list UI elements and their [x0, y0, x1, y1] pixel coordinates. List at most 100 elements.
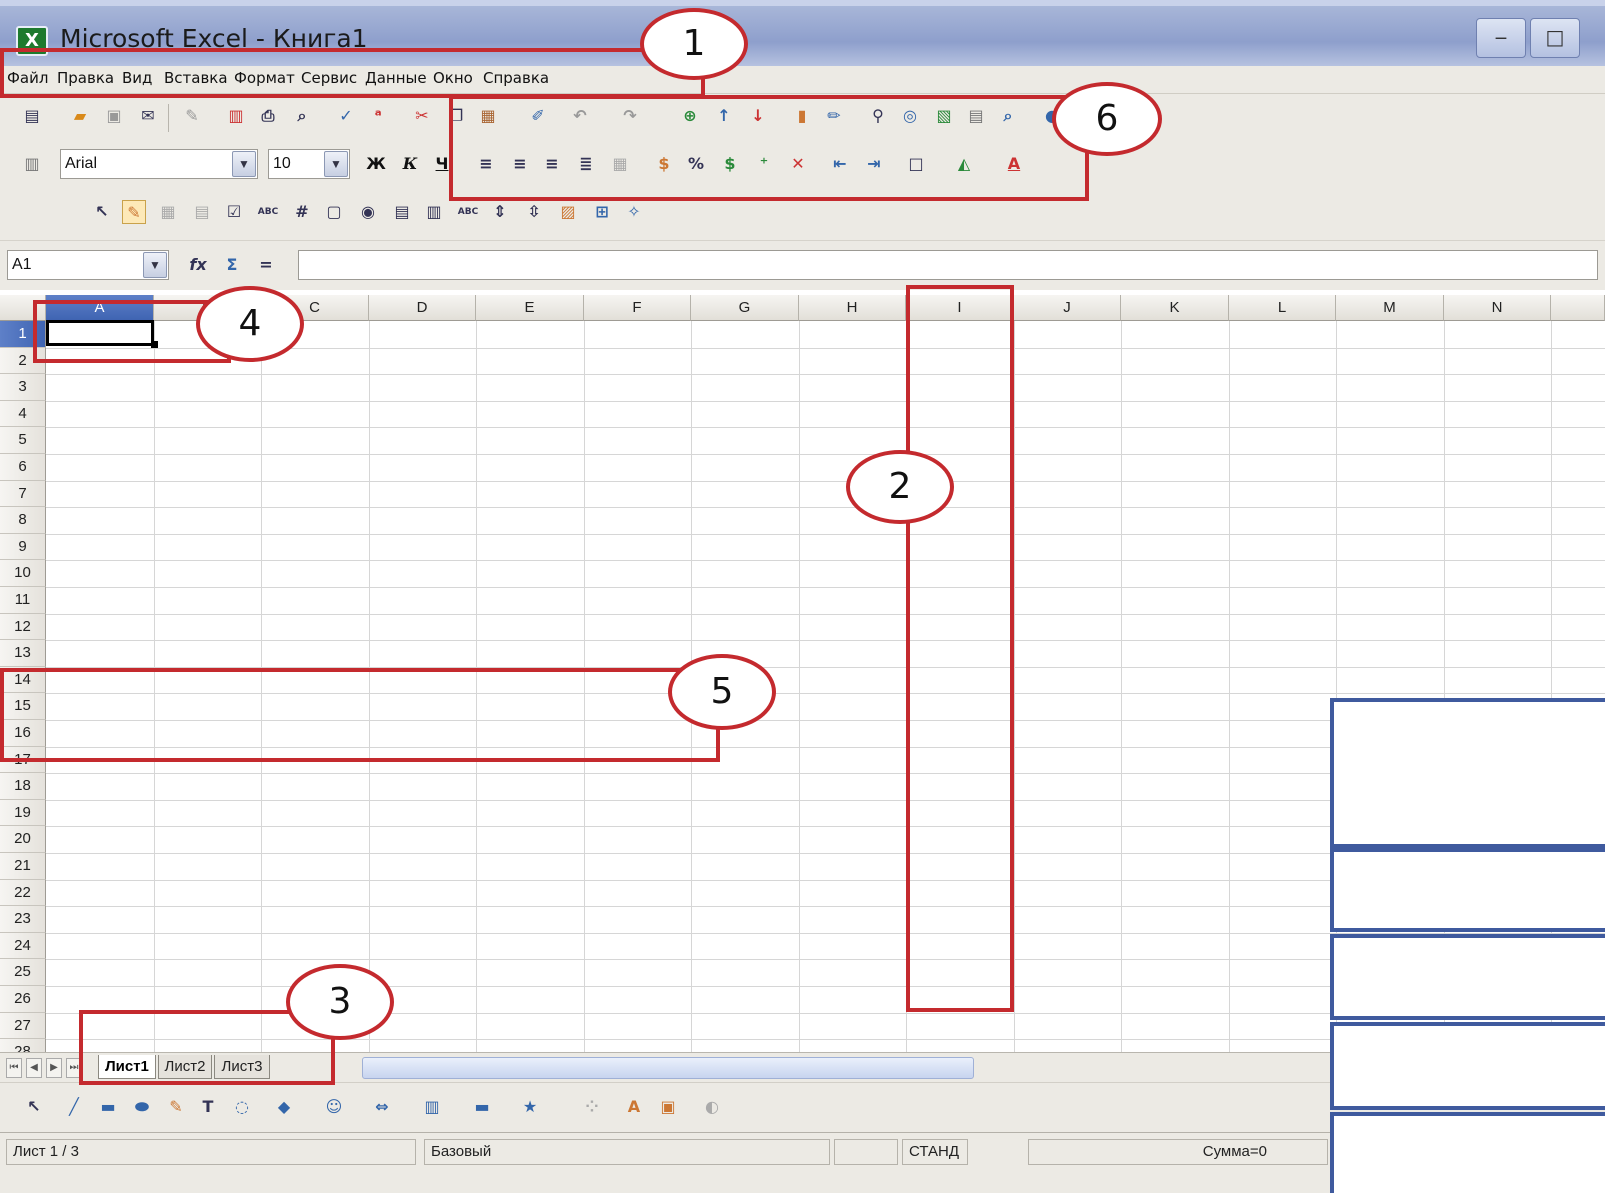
row-header[interactable]: 3: [0, 374, 46, 401]
column-header-d[interactable]: D: [369, 295, 476, 321]
group-box-icon[interactable]: ⊞: [590, 200, 614, 224]
row-header[interactable]: 25: [0, 959, 46, 986]
combo-box-icon[interactable]: ▥: [422, 200, 446, 224]
flowchart-icon[interactable]: ▥: [420, 1095, 444, 1119]
column-header-e[interactable]: E: [476, 295, 584, 321]
export-pdf-icon[interactable]: ▥: [224, 104, 248, 128]
formatted-field-icon[interactable]: #: [290, 200, 314, 224]
extrusion-icon[interactable]: ◐: [700, 1095, 724, 1119]
row-header[interactable]: 9: [0, 533, 46, 561]
basic-shapes-icon[interactable]: ◆: [272, 1095, 296, 1119]
row-header[interactable]: 6: [0, 454, 46, 481]
row-header[interactable]: 7: [0, 480, 46, 508]
design-mode-icon[interactable]: ✎: [122, 200, 146, 224]
column-header-o[interactable]: [1551, 295, 1605, 321]
previous-sheet-icon[interactable]: ◀: [26, 1058, 42, 1078]
select-arrow-icon[interactable]: ↖: [90, 200, 114, 224]
form-design-icon[interactable]: ▨: [556, 200, 580, 224]
next-sheet-icon[interactable]: ▶: [46, 1058, 62, 1078]
callout-tool-icon[interactable]: ◌: [230, 1095, 254, 1119]
control-properties-icon[interactable]: ▦: [156, 200, 180, 224]
column-header-k[interactable]: K: [1121, 295, 1229, 321]
email-icon[interactable]: ✉: [136, 104, 160, 128]
label-field-icon[interactable]: ABC: [456, 200, 480, 224]
option-button-icon[interactable]: ◉: [356, 200, 380, 224]
zoom-status: [834, 1139, 898, 1165]
row-header[interactable]: 19: [0, 799, 46, 827]
spellcheck-icon[interactable]: ✓: [334, 104, 358, 128]
print-icon[interactable]: ⎙: [256, 104, 280, 128]
formula-equals-icon[interactable]: =: [254, 253, 278, 277]
column-header-f[interactable]: F: [584, 295, 691, 321]
wizards-icon[interactable]: ✧: [622, 200, 646, 224]
block-arrows-icon[interactable]: ⇔: [370, 1095, 394, 1119]
list-box-icon[interactable]: ▤: [390, 200, 414, 224]
first-sheet-icon[interactable]: ⏮: [6, 1058, 22, 1078]
font-name-combo[interactable]: Arial ▼: [60, 149, 258, 179]
column-header-j[interactable]: J: [1014, 295, 1121, 321]
row-header[interactable]: 8: [0, 507, 46, 534]
symbol-shapes-icon[interactable]: ☺: [322, 1095, 346, 1119]
select-arrow-icon[interactable]: ↖: [22, 1095, 46, 1119]
column-header-g[interactable]: G: [691, 295, 799, 321]
line-tool-icon[interactable]: ╱: [62, 1095, 86, 1119]
sum-icon[interactable]: Σ: [220, 253, 244, 277]
ellipse-tool-icon[interactable]: ⬬: [130, 1095, 154, 1119]
freeform-tool-icon[interactable]: ✎: [164, 1095, 188, 1119]
points-icon[interactable]: ⁘: [580, 1095, 604, 1119]
new-document-icon[interactable]: ▤: [20, 104, 44, 128]
row-header[interactable]: 18: [0, 773, 46, 800]
stars-icon[interactable]: ★: [518, 1095, 542, 1119]
fontwork-icon[interactable]: A: [622, 1095, 646, 1119]
formula-input[interactable]: [298, 250, 1598, 280]
autospellcheck-icon[interactable]: ᵃ: [366, 104, 390, 128]
row-header[interactable]: 10: [0, 560, 46, 587]
chevron-down-icon[interactable]: ▼: [143, 252, 167, 278]
insert-image-icon[interactable]: ▣: [656, 1095, 680, 1119]
cut-icon[interactable]: ✂: [410, 104, 434, 128]
checkbox-icon[interactable]: ☑: [222, 200, 246, 224]
row-header[interactable]: 23: [0, 906, 46, 933]
minimize-button[interactable]: ‒: [1476, 18, 1526, 58]
font-size-combo[interactable]: 10 ▼: [268, 149, 350, 179]
column-header-l[interactable]: L: [1229, 295, 1336, 321]
row-gridline: [46, 480, 1605, 482]
scrollbar-control-icon[interactable]: ⇳: [522, 200, 546, 224]
row-header[interactable]: 27: [0, 1012, 46, 1040]
horizontal-scrollbar[interactable]: [362, 1057, 974, 1079]
spin-button-icon[interactable]: ⇕: [488, 200, 512, 224]
row-header[interactable]: 4: [0, 400, 46, 428]
row-header[interactable]: 5: [0, 427, 46, 454]
textbox-icon[interactable]: ABC: [256, 200, 280, 224]
row-header[interactable]: 20: [0, 826, 46, 853]
row-header[interactable]: 12: [0, 613, 46, 641]
open-folder-icon[interactable]: ▰: [68, 104, 92, 128]
row-header[interactable]: 11: [0, 587, 46, 614]
chevron-down-icon[interactable]: ▼: [232, 151, 256, 177]
row-header[interactable]: 21: [0, 853, 46, 880]
callouts-icon[interactable]: ▬: [470, 1095, 494, 1119]
maximize-button[interactable]: □: [1530, 18, 1580, 58]
column-header-m[interactable]: M: [1336, 295, 1444, 321]
row-header[interactable]: 22: [0, 879, 46, 907]
row-header[interactable]: 13: [0, 640, 46, 667]
column-header-h[interactable]: H: [799, 295, 906, 321]
column-gridline: [1014, 321, 1015, 1081]
row-header[interactable]: 26: [0, 986, 46, 1013]
name-box[interactable]: A1 ▼: [7, 250, 169, 280]
save-icon[interactable]: ▣: [102, 104, 126, 128]
bold-button[interactable]: Ж: [364, 152, 388, 176]
print-preview-icon[interactable]: ⌕: [290, 104, 314, 128]
function-wizard-icon[interactable]: fx: [186, 253, 210, 277]
column-header-n[interactable]: N: [1444, 295, 1551, 321]
form-properties-icon[interactable]: ▤: [190, 200, 214, 224]
chevron-down-icon[interactable]: ▼: [324, 151, 348, 177]
italic-button[interactable]: К: [398, 152, 422, 176]
edit-file-icon[interactable]: ✎: [180, 104, 204, 128]
row-gridline: [46, 560, 1605, 562]
styles-icon[interactable]: ▥: [20, 152, 44, 176]
rectangle-tool-icon[interactable]: ▬: [96, 1095, 120, 1119]
row-header[interactable]: 24: [0, 932, 46, 960]
push-button-icon[interactable]: ▢: [322, 200, 346, 224]
text-tool-icon[interactable]: T: [196, 1095, 220, 1119]
